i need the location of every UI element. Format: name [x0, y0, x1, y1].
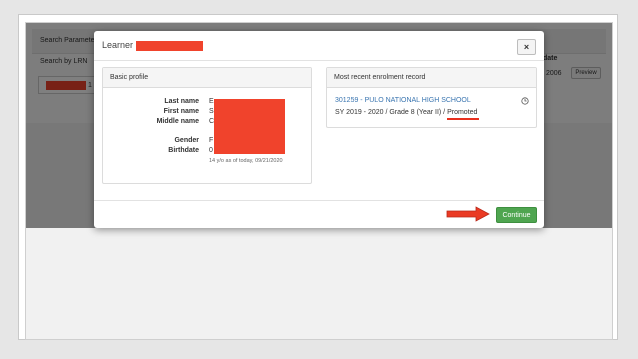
middle-name-label: Middle name [156, 118, 199, 125]
first-name-label: First name [163, 108, 199, 115]
birthdate-label: Birthdate [168, 147, 199, 154]
promotion-status: Promoted [447, 109, 478, 116]
close-icon: × [523, 42, 530, 52]
learner-name-redaction [136, 41, 203, 51]
gender-label: Gender [174, 137, 199, 144]
last-name-label: Last name [164, 98, 199, 105]
modal-title: Learner [102, 40, 134, 50]
enrolment-record-header: Most recent enrolment record [327, 68, 536, 88]
basic-profile-header: Basic profile [103, 68, 311, 88]
clock-icon [521, 97, 529, 105]
continue-button[interactable]: Continue [496, 207, 537, 223]
footer-divider [94, 200, 544, 201]
first-name-value: S [209, 108, 214, 115]
birthdate-value: 0 [209, 147, 213, 154]
last-name-value: E [209, 98, 214, 105]
learner-modal: Learner × Basic profile Last name E Firs… [94, 31, 544, 228]
header-divider [94, 60, 544, 61]
school-link[interactable]: 301259 - PULO NATIONAL HIGH SCHOOL [335, 97, 471, 104]
status-highlight-underline [447, 118, 479, 120]
close-button[interactable]: × [517, 39, 536, 55]
school-year-grade: SY 2019 - 2020 / Grade 8 (Year II) / [335, 109, 448, 116]
age-note: 14 y/o as of today, 09/21/2020 [209, 158, 283, 164]
enrolment-record-card: Most recent enrolment record 301259 - PU… [326, 67, 537, 128]
enrolment-details: SY 2019 - 2020 / Grade 8 (Year II) / Pro… [335, 109, 477, 116]
profile-redaction [214, 99, 285, 154]
arrow-right-icon [446, 206, 490, 222]
gender-value: F [209, 137, 214, 144]
basic-profile-card: Basic profile Last name E First name S M… [102, 67, 312, 184]
